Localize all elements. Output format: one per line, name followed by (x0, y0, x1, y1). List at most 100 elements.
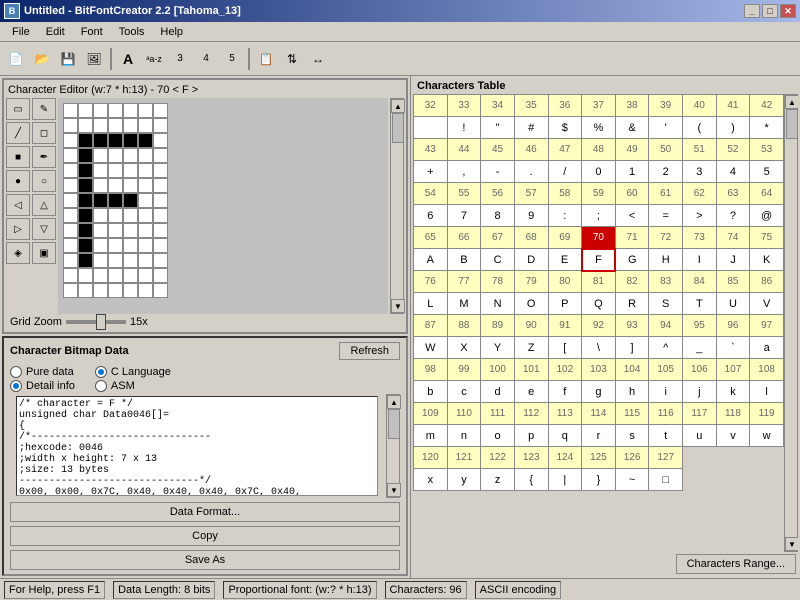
chars-char-cell[interactable]: K (750, 249, 784, 271)
pixel-cell[interactable] (108, 118, 123, 133)
pixel-cell[interactable] (123, 208, 138, 223)
pixel-cell[interactable] (153, 133, 168, 148)
chars-char-cell[interactable]: b (414, 381, 448, 403)
zoom-slider-track[interactable] (66, 320, 126, 324)
chars-char-cell[interactable]: { (514, 469, 548, 491)
chars-num-cell[interactable]: 37 (582, 95, 616, 117)
pixel-cell[interactable] (138, 133, 153, 148)
chars-char-cell[interactable]: > (683, 205, 717, 227)
chars-num-cell[interactable]: 55 (447, 183, 481, 205)
chars-num-cell[interactable]: 121 (447, 447, 481, 469)
chars-char-cell[interactable]: M (447, 293, 481, 315)
chars-num-cell[interactable]: 91 (548, 315, 582, 337)
chars-num-cell[interactable]: 122 (481, 447, 515, 469)
pixel-cell[interactable] (78, 103, 93, 118)
chars-num-cell[interactable]: 105 (649, 359, 683, 381)
pixel-cell[interactable] (138, 118, 153, 133)
data-format-button[interactable]: Data Format... (10, 502, 400, 522)
chars-char-cell[interactable] (414, 117, 448, 139)
chars-char-cell[interactable]: 5 (750, 161, 784, 183)
chars-char-cell[interactable]: u (683, 425, 717, 447)
pixel-cell[interactable] (108, 193, 123, 208)
chars-num-cell[interactable]: 48 (582, 139, 616, 161)
tool-clear[interactable]: ▣ (32, 242, 56, 264)
close-button[interactable]: ✕ (780, 4, 796, 18)
sb-up-btn[interactable]: ▲ (391, 99, 405, 113)
chars-num-cell[interactable]: 73 (683, 227, 717, 249)
chars-num-cell[interactable]: 123 (514, 447, 548, 469)
pixel-cell[interactable] (63, 133, 78, 148)
pixel-cell[interactable] (63, 178, 78, 193)
chars-char-cell[interactable]: _ (683, 337, 717, 359)
chars-char-cell[interactable]: 8 (481, 205, 515, 227)
chars-num-cell[interactable]: 47 (548, 139, 582, 161)
pixel-cell[interactable] (138, 238, 153, 253)
chars-char-cell[interactable]: 7 (447, 205, 481, 227)
chars-num-cell[interactable]: 98 (414, 359, 448, 381)
toolbar-az[interactable]: ᵃa-z (142, 47, 166, 71)
chars-num-cell[interactable]: 101 (514, 359, 548, 381)
chars-char-cell[interactable]: d (481, 381, 515, 403)
pixel-cell[interactable] (108, 133, 123, 148)
bitmap-vscrollbar[interactable]: ▲ ▼ (386, 394, 400, 498)
pixel-cell[interactable] (138, 148, 153, 163)
pixel-cell[interactable] (93, 238, 108, 253)
toolbar-new[interactable]: 📄 (4, 47, 28, 71)
chars-char-cell[interactable]: S (649, 293, 683, 315)
chars-char-cell[interactable]: Y (481, 337, 515, 359)
pixel-cell[interactable] (93, 178, 108, 193)
chars-char-cell[interactable]: □ (649, 469, 683, 491)
pixel-cell[interactable] (93, 283, 108, 298)
pixel-cell[interactable] (63, 193, 78, 208)
pixel-cell[interactable] (63, 103, 78, 118)
tool-move-right[interactable]: ▷ (6, 218, 30, 240)
chars-num-cell[interactable]: 109 (414, 403, 448, 425)
chars-char-cell[interactable]: g (582, 381, 616, 403)
toolbar-open[interactable]: 📂 (30, 47, 54, 71)
chars-num-cell[interactable]: 106 (683, 359, 717, 381)
chars-char-cell[interactable]: \ (582, 337, 616, 359)
toolbar-save[interactable]: 💾 (56, 47, 80, 71)
chars-num-cell[interactable]: 74 (716, 227, 750, 249)
chars-num-cell[interactable]: 53 (750, 139, 784, 161)
tool-circle-outline[interactable]: ○ (32, 170, 56, 192)
tool-move-up[interactable]: △ (32, 194, 56, 216)
tool-pen[interactable]: ✒ (32, 146, 56, 168)
chars-char-cell[interactable]: T (683, 293, 717, 315)
chars-char-cell[interactable]: B (447, 249, 481, 271)
pixel-cell[interactable] (63, 118, 78, 133)
chars-char-cell[interactable]: l (750, 381, 784, 403)
chars-num-cell[interactable]: 99 (447, 359, 481, 381)
chars-num-cell[interactable]: 59 (582, 183, 616, 205)
chars-char-cell[interactable]: C (481, 249, 515, 271)
pixel-cell[interactable] (93, 163, 108, 178)
pixel-cell[interactable] (123, 238, 138, 253)
chars-char-cell[interactable]: + (414, 161, 448, 183)
chars-num-cell[interactable]: 111 (481, 403, 515, 425)
chars-char-cell[interactable]: @ (750, 205, 784, 227)
chars-char-cell[interactable]: R (615, 293, 649, 315)
chars-char-cell[interactable]: ` (716, 337, 750, 359)
chars-num-cell[interactable]: 69 (548, 227, 582, 249)
tool-select-line[interactable]: ╱ (6, 122, 30, 144)
chars-char-cell[interactable]: * (750, 117, 784, 139)
chars-char-cell[interactable]: r (582, 425, 616, 447)
asm-option[interactable]: ASM (95, 380, 171, 392)
chars-range-button[interactable]: Characters Range... (676, 554, 796, 574)
pixel-cell[interactable] (123, 163, 138, 178)
chars-num-cell[interactable]: 46 (514, 139, 548, 161)
pixel-cell[interactable] (123, 133, 138, 148)
chars-num-cell[interactable]: 119 (750, 403, 784, 425)
chars-char-cell[interactable]: e (514, 381, 548, 403)
chars-vscrollbar[interactable]: ▲ ▼ (784, 94, 798, 552)
pixel-cell[interactable] (78, 268, 93, 283)
chars-num-cell[interactable]: 34 (481, 95, 515, 117)
chars-num-cell[interactable]: 70 (582, 227, 616, 249)
pure-data-option[interactable]: Pure data (10, 366, 75, 378)
pixel-cell[interactable] (153, 148, 168, 163)
pixel-cell[interactable] (78, 223, 93, 238)
chars-char-cell[interactable]: I (683, 249, 717, 271)
chars-char-cell[interactable]: % (582, 117, 616, 139)
chars-num-cell[interactable]: 82 (615, 271, 649, 293)
pixel-cell[interactable] (138, 208, 153, 223)
